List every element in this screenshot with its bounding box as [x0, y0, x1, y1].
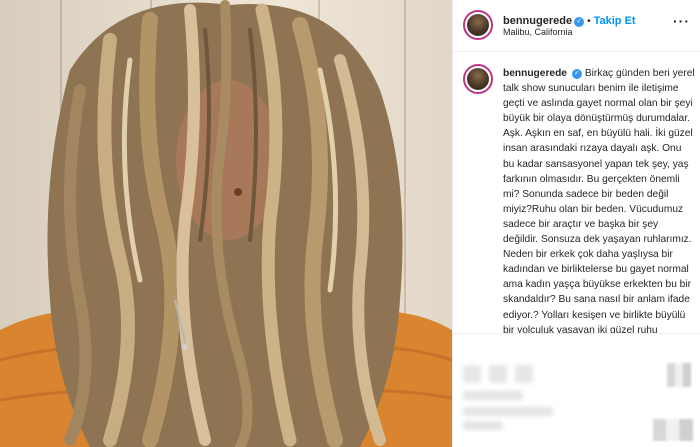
verified-badge-icon: ✓	[571, 69, 582, 79]
likes-count-blurred	[463, 391, 523, 400]
post-photo[interactable]	[0, 0, 452, 447]
post-side-panel: bennugerede ✓ • Takip Et Malibu, California…	[452, 0, 700, 447]
profile-avatar[interactable]	[463, 10, 493, 40]
share-icon[interactable]	[515, 365, 533, 383]
verified-badge-icon: ✓	[574, 17, 585, 27]
caption-body: Birkaç günden beri yerel talk show sunuc…	[503, 68, 695, 334]
username-link[interactable]: bennugerede	[503, 15, 572, 27]
location-link[interactable]: Malibu, California	[503, 27, 573, 37]
caption-avatar[interactable]	[463, 64, 493, 94]
timestamp-blurred	[463, 421, 503, 430]
bookmark-icon[interactable]	[667, 363, 691, 387]
caption-username-link[interactable]: bennugerede	[503, 68, 567, 79]
post-header: bennugerede ✓ • Takip Et Malibu, California…	[453, 0, 700, 52]
separator-dot: •	[587, 16, 591, 27]
more-options-icon[interactable]: ···	[673, 13, 690, 29]
post-actions-blurred	[453, 335, 700, 447]
comment-icon[interactable]	[489, 365, 507, 383]
follow-button[interactable]: Takip Et	[594, 15, 636, 27]
portrait-illustration	[0, 0, 452, 447]
caption-section: bennugerede ✓ Birkaç günden beri yerel ta…	[453, 52, 700, 334]
post-button-blurred[interactable]	[653, 419, 693, 441]
likes-text-blurred	[463, 407, 553, 416]
caption-text: bennugerede ✓ Birkaç günden beri yerel ta…	[503, 66, 695, 334]
heart-icon[interactable]	[463, 365, 481, 383]
